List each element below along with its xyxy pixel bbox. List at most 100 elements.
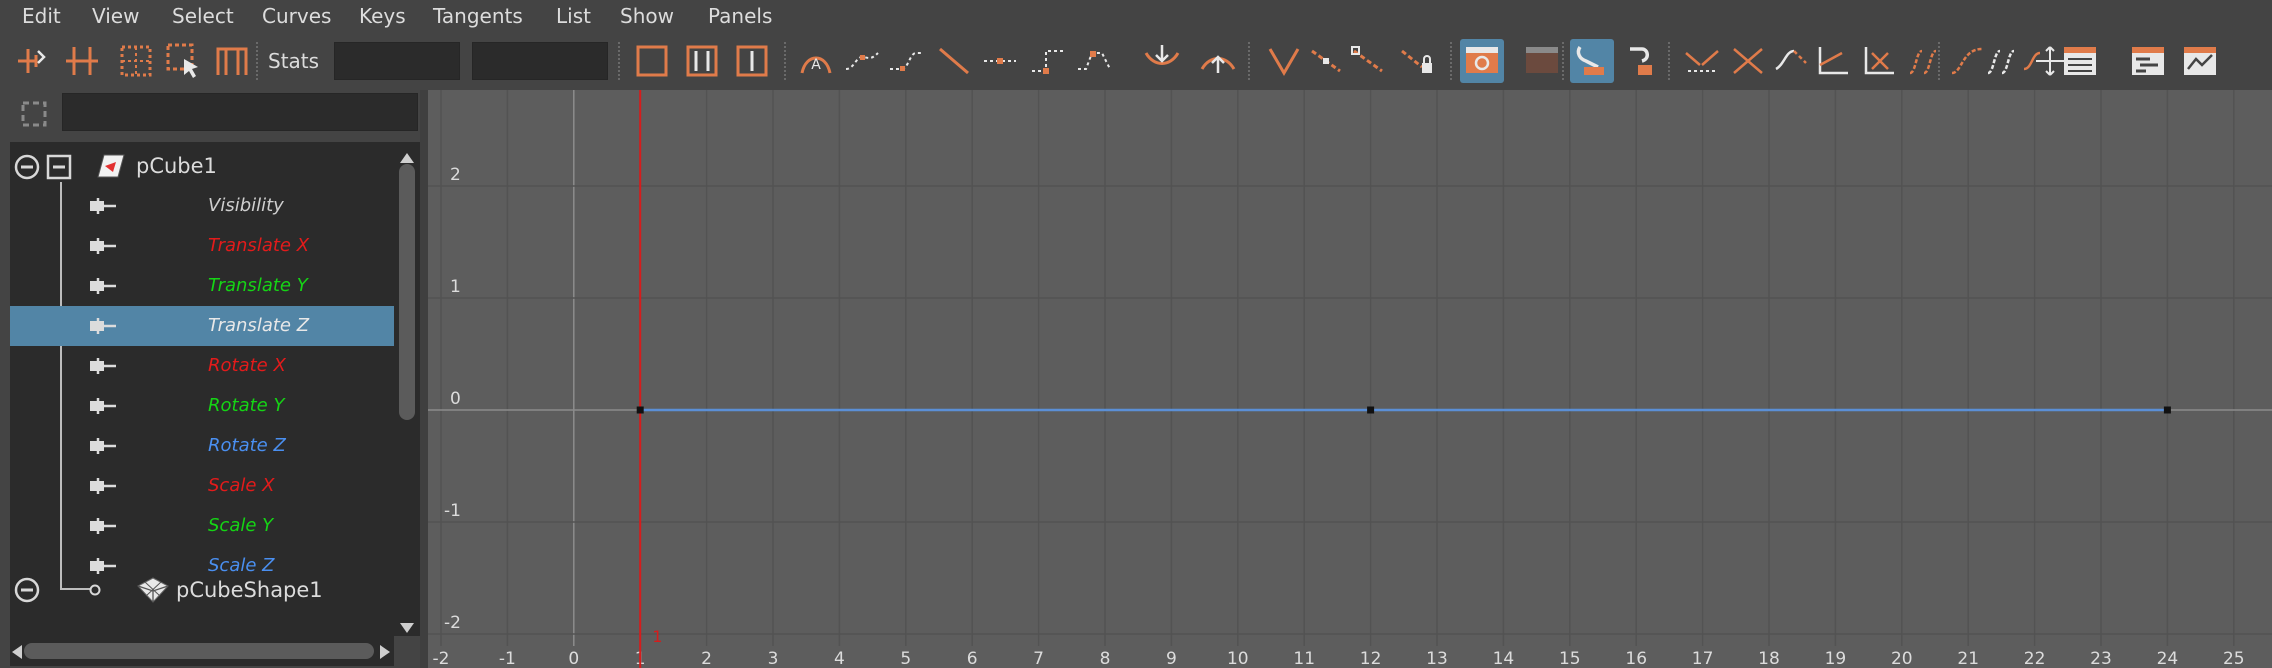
scroll-left-arrow-icon[interactable] [12,644,22,663]
outliner-filter-input[interactable] [62,93,418,131]
stats-time-field[interactable] [334,42,460,80]
outliner-horizontal-scrollbar[interactable] [10,636,394,666]
outliner-vertical-scrollbar[interactable] [394,142,420,636]
load-selected-objects-icon[interactable] [1520,39,1564,83]
frame-playback-range-icon[interactable] [680,39,724,83]
plateau-tangent-icon[interactable] [1072,39,1116,83]
x-tick-label: 20 [1891,649,1913,668]
panel-divider[interactable] [420,90,428,668]
y-tick-label: -2 [444,613,461,633]
menu-edit[interactable]: Edit [22,0,61,34]
x-tick-label: -2 [433,649,450,668]
scroll-down-arrow-icon[interactable] [400,618,414,637]
center-current-time-icon[interactable] [730,39,774,83]
channel-plug-icon [88,396,118,420]
unify-tangents-icon[interactable] [1304,39,1348,83]
toolbar-separator [1450,42,1452,80]
denormalize-curves-icon[interactable] [1726,39,1770,83]
channel-row-translate-z[interactable]: Translate Z [10,306,394,346]
time-snap-icon[interactable] [1570,39,1614,83]
lattice-deform-keys-icon[interactable] [114,39,158,83]
auto-tangent-icon[interactable]: A [794,39,838,83]
linear-tangent-icon[interactable] [932,39,976,83]
default-out-tangent-icon[interactable] [1196,39,1240,83]
insert-keys-icon[interactable] [60,39,104,83]
stats-value-field[interactable] [472,42,608,80]
graph-view[interactable]: 210-1-2-2-101234567891011121314151617181… [428,90,2272,668]
value-snap-icon[interactable] [1620,39,1664,83]
retime-tool-icon[interactable] [210,39,254,83]
collapse-square-icon[interactable] [46,154,72,184]
menu-keys[interactable]: Keys [359,0,406,34]
filter-toggle-icon[interactable] [18,98,50,130]
auto-load-selected-icon[interactable] [1460,39,1504,83]
menu-panels[interactable]: Panels [708,0,772,34]
tree-row-pcubeshape1[interactable]: pCubeShape1 [10,570,394,610]
channel-label: Visibility [208,195,284,216]
menu-show[interactable]: Show [620,0,674,34]
scroll-thumb-vertical[interactable] [399,164,415,420]
graph-outliner: pCube1 Visibility Translate X Translate … [0,90,420,668]
channel-plug-icon [88,476,118,500]
collapse-circle-icon[interactable] [14,577,40,607]
menu-list[interactable]: List [556,0,591,34]
current-frame-label: 1 [652,627,662,646]
frame-all-icon[interactable] [630,39,674,83]
channel-row-visibility[interactable]: Visibility [10,186,394,226]
outliner-filter-row [0,90,420,140]
x-tick-label: 15 [1559,649,1581,668]
move-nearest-picked-key-icon[interactable] [10,39,54,83]
channel-row-rotate-z[interactable]: Rotate Z [10,426,394,466]
clamped-tangent-icon[interactable] [884,39,928,83]
post-infinity-cycle-icon[interactable] [1858,39,1902,83]
dope-sheet-icon[interactable] [2058,39,2102,83]
default-in-tangent-icon[interactable] [1140,39,1184,83]
channel-row-translate-y[interactable]: Translate Y [10,266,394,306]
toolbar-separator [1248,42,1250,80]
channel-label: Translate X [208,235,310,256]
step-tangent-icon[interactable] [1026,39,1070,83]
tree-row-pcube1[interactable]: pCube1 [10,146,394,186]
channel-plug-icon [88,276,118,300]
channel-plug-icon [88,236,118,260]
channel-plug-icon [88,196,118,220]
x-tick-label: -1 [499,649,516,668]
graph-canvas[interactable]: 210-1-2-2-101234567891011121314151617181… [428,90,2272,668]
pre-infinity-cycle-offset-icon[interactable] [1812,39,1856,83]
x-tick-label: 4 [834,649,845,668]
y-tick-label: 1 [450,277,461,297]
x-tick-label: 2 [701,649,712,668]
scroll-thumb-horizontal[interactable] [24,643,374,659]
channel-row-scale-x[interactable]: Scale X [10,466,394,506]
channel-row-scale-y[interactable]: Scale Y [10,506,394,546]
toolbar-separator [1562,42,1564,80]
x-tick-label: 11 [1293,649,1315,668]
x-tick-label: 21 [1957,649,1979,668]
menu-curves[interactable]: Curves [262,0,331,34]
keyframe-point [1367,406,1375,414]
menu-select[interactable]: Select [172,0,234,34]
post-infinity-cycle-offset-icon[interactable] [1904,39,1948,83]
spline-tangent-icon[interactable] [840,39,884,83]
free-tangent-weight-icon[interactable] [1346,39,1390,83]
keyframe-point [636,406,644,414]
break-tangents-icon[interactable] [1262,39,1306,83]
menu-tangents[interactable]: Tangents [433,0,523,34]
channel-row-translate-x[interactable]: Translate X [10,226,394,266]
pre-infinity-cycle-icon[interactable] [1770,39,1814,83]
channel-row-rotate-y[interactable]: Rotate Y [10,386,394,426]
channel-label: Translate Y [208,275,308,296]
flat-tangent-icon[interactable] [978,39,1022,83]
open-trax-icon[interactable] [2126,39,2170,83]
collapse-circle-icon[interactable] [14,154,40,184]
scroll-right-arrow-icon[interactable] [380,644,390,663]
toolbar-separator [256,42,258,80]
region-tool-icon[interactable] [162,39,206,83]
graph-editor-settings-icon[interactable] [2178,39,2222,83]
menu-view[interactable]: View [92,0,139,34]
lock-tangent-weight-icon[interactable] [1394,39,1438,83]
normalize-curves-icon[interactable] [1680,39,1724,83]
y-tick-label: -1 [444,501,461,521]
channel-row-rotate-x[interactable]: Rotate X [10,346,394,386]
x-tick-label: 12 [1360,649,1382,668]
